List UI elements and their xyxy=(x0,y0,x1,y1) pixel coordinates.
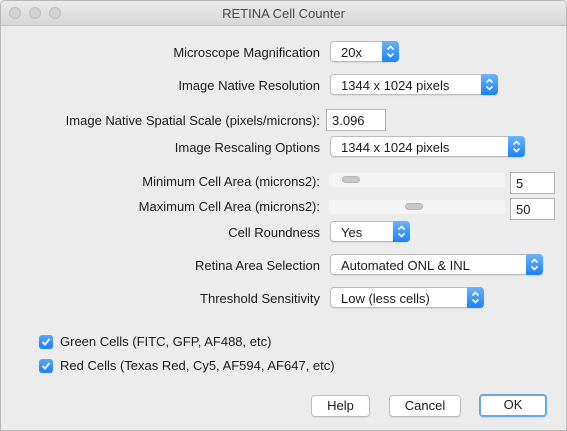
title-bar: RETINA Cell Counter xyxy=(1,1,566,26)
min-area-label: Minimum Cell Area (microns2): xyxy=(142,174,320,189)
max-area-value: 50 xyxy=(516,202,531,217)
select-arrows-icon xyxy=(382,41,399,62)
window-title: RETINA Cell Counter xyxy=(222,6,345,21)
rescaling-label: Image Rescaling Options xyxy=(174,140,320,155)
min-area-slider-knob[interactable] xyxy=(342,176,360,183)
rescaling-value: 1344 x 1024 pixels xyxy=(341,140,450,155)
red-cells-checkbox[interactable] xyxy=(39,359,53,373)
cancel-button[interactable]: Cancel xyxy=(389,395,461,417)
green-cells-label[interactable]: Green Cells (FITC, GFP, AF488, etc) xyxy=(60,334,271,349)
min-area-field[interactable]: 5 xyxy=(510,172,555,194)
threshold-value: Low (less cells) xyxy=(341,291,430,306)
spatial-scale-field[interactable]: 3.096 xyxy=(326,109,386,131)
dialog-window: RETINA Cell Counter Microscope Magnifica… xyxy=(0,0,567,431)
select-arrows-icon xyxy=(526,254,543,275)
select-arrows-icon xyxy=(508,136,525,157)
max-area-field[interactable]: 50 xyxy=(510,198,555,220)
select-arrows-icon xyxy=(393,221,410,242)
max-area-label: Maximum Cell Area (microns2): xyxy=(138,199,320,214)
magnification-select[interactable]: 20x xyxy=(330,41,399,62)
magnification-value: 20x xyxy=(341,45,362,60)
ok-button[interactable]: OK xyxy=(479,394,547,417)
spatial-scale-label: Image Native Spatial Scale (pixels/micro… xyxy=(65,113,320,128)
select-arrows-icon xyxy=(467,287,484,308)
checkmark-icon xyxy=(41,338,51,346)
area-selection-select[interactable]: Automated ONL & INL xyxy=(330,254,543,275)
max-area-slider[interactable] xyxy=(329,200,505,214)
checkmark-icon xyxy=(41,362,51,370)
native-resolution-value: 1344 x 1024 pixels xyxy=(341,78,450,93)
min-area-value: 5 xyxy=(516,176,524,191)
min-area-slider[interactable] xyxy=(329,173,505,187)
rescaling-select[interactable]: 1344 x 1024 pixels xyxy=(330,136,525,157)
spatial-scale-value: 3.096 xyxy=(332,113,365,128)
roundness-value: Yes xyxy=(341,225,363,240)
area-selection-label: Retina Area Selection xyxy=(194,258,320,273)
threshold-select[interactable]: Low (less cells) xyxy=(330,287,484,308)
threshold-label: Threshold Sensitivity xyxy=(200,291,320,306)
max-area-slider-knob[interactable] xyxy=(405,203,423,210)
magnification-label: Microscope Magnification xyxy=(173,45,320,60)
green-cells-checkbox[interactable] xyxy=(39,335,53,349)
select-arrows-icon xyxy=(481,74,498,95)
native-resolution-label: Image Native Resolution xyxy=(178,78,320,93)
area-selection-value: Automated ONL & INL xyxy=(341,258,470,273)
roundness-label: Cell Roundness xyxy=(228,225,320,240)
help-button[interactable]: Help xyxy=(311,395,370,417)
red-cells-label[interactable]: Red Cells (Texas Red, Cy5, AF594, AF647,… xyxy=(60,358,335,373)
native-resolution-select[interactable]: 1344 x 1024 pixels xyxy=(330,74,498,95)
roundness-select[interactable]: Yes xyxy=(330,221,410,242)
